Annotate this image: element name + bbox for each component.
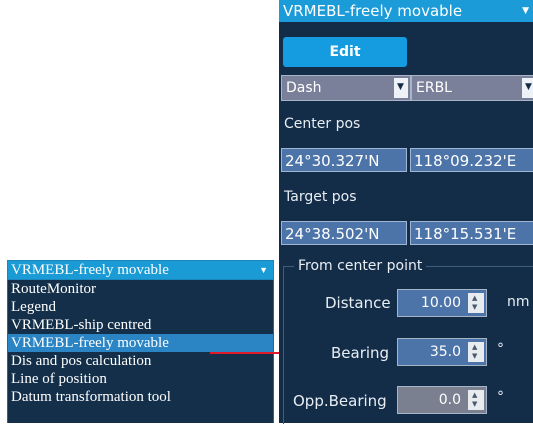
- opp-bearing-spinner[interactable]: 0.0 ▲ ▼: [397, 386, 487, 414]
- dropdown-item-datum-transformation[interactable]: Datum transformation tool: [8, 388, 273, 406]
- dropdown-item-legend[interactable]: Legend: [8, 298, 273, 316]
- spinner-arrows-icon[interactable]: ▲ ▼: [468, 390, 484, 410]
- opp-bearing-label: Opp.Bearing: [293, 392, 387, 410]
- center-lon-field[interactable]: 118°09.232'E: [410, 148, 533, 172]
- mode-select[interactable]: ERBL ▼: [411, 75, 533, 101]
- caret-down-icon[interactable]: ▼: [394, 78, 408, 98]
- distance-label: Distance: [325, 294, 391, 312]
- target-lat-field[interactable]: 24°38.502'N: [281, 221, 407, 245]
- mode-value: ERBL: [416, 80, 452, 96]
- center-lat-field[interactable]: 24°30.327'N: [281, 148, 407, 172]
- layer-dropdown[interactable]: VRMEBL-freely movable ▼ RouteMonitor Leg…: [7, 260, 274, 423]
- target-lon-field[interactable]: 118°15.531'E: [410, 221, 533, 245]
- panel-header[interactable]: VRMEBL-freely movable ▼: [279, 0, 533, 22]
- bearing-value: 35.0: [429, 344, 461, 360]
- bearing-unit: °: [497, 341, 504, 357]
- dropdown-selected-value: VRMEBL-freely movable: [11, 262, 169, 278]
- opp-bearing-unit: °: [497, 389, 504, 405]
- distance-value: 10.00: [420, 295, 461, 311]
- target-pos-label: Target pos: [284, 189, 357, 205]
- dropdown-item-vrmebl-ship-centred[interactable]: VRMEBL-ship centred: [8, 316, 273, 334]
- dropdown-header[interactable]: VRMEBL-freely movable ▼: [7, 260, 274, 280]
- panel-title: VRMEBL-freely movable: [283, 2, 463, 20]
- dropdown-item-vrmebl-freely-movable[interactable]: VRMEBL-freely movable: [8, 334, 273, 352]
- spinner-arrows-icon[interactable]: ▲ ▼: [468, 293, 484, 313]
- bearing-label: Bearing: [331, 344, 390, 362]
- group-title: From center point: [294, 258, 427, 274]
- dropdown-item-line-of-position[interactable]: Line of position: [8, 370, 273, 388]
- opp-bearing-value: 0.0: [438, 392, 461, 408]
- center-pos-label: Center pos: [284, 116, 361, 132]
- line-style-value: Dash: [286, 80, 322, 96]
- edit-button[interactable]: Edit: [283, 37, 407, 67]
- dropdown-item-routemonitor[interactable]: RouteMonitor: [8, 280, 273, 298]
- spinner-arrows-icon[interactable]: ▲ ▼: [468, 342, 484, 362]
- distance-spinner[interactable]: 10.00 ▲ ▼: [397, 289, 487, 317]
- dropdown-list: RouteMonitor Legend VRMEBL-ship centred …: [7, 280, 274, 423]
- caret-down-icon[interactable]: ▼: [522, 0, 529, 22]
- caret-down-icon[interactable]: ▼: [522, 78, 533, 98]
- caret-down-icon[interactable]: ▼: [259, 261, 268, 279]
- distance-unit: nm: [507, 294, 530, 310]
- vrmebl-panel: VRMEBL-freely movable ▼ Edit Dash ▼ ERBL…: [279, 0, 533, 424]
- line-style-select[interactable]: Dash ▼: [281, 75, 411, 101]
- dropdown-item-dis-pos-calculation[interactable]: Dis and pos calculation: [8, 352, 273, 370]
- bearing-spinner[interactable]: 35.0 ▲ ▼: [397, 338, 487, 366]
